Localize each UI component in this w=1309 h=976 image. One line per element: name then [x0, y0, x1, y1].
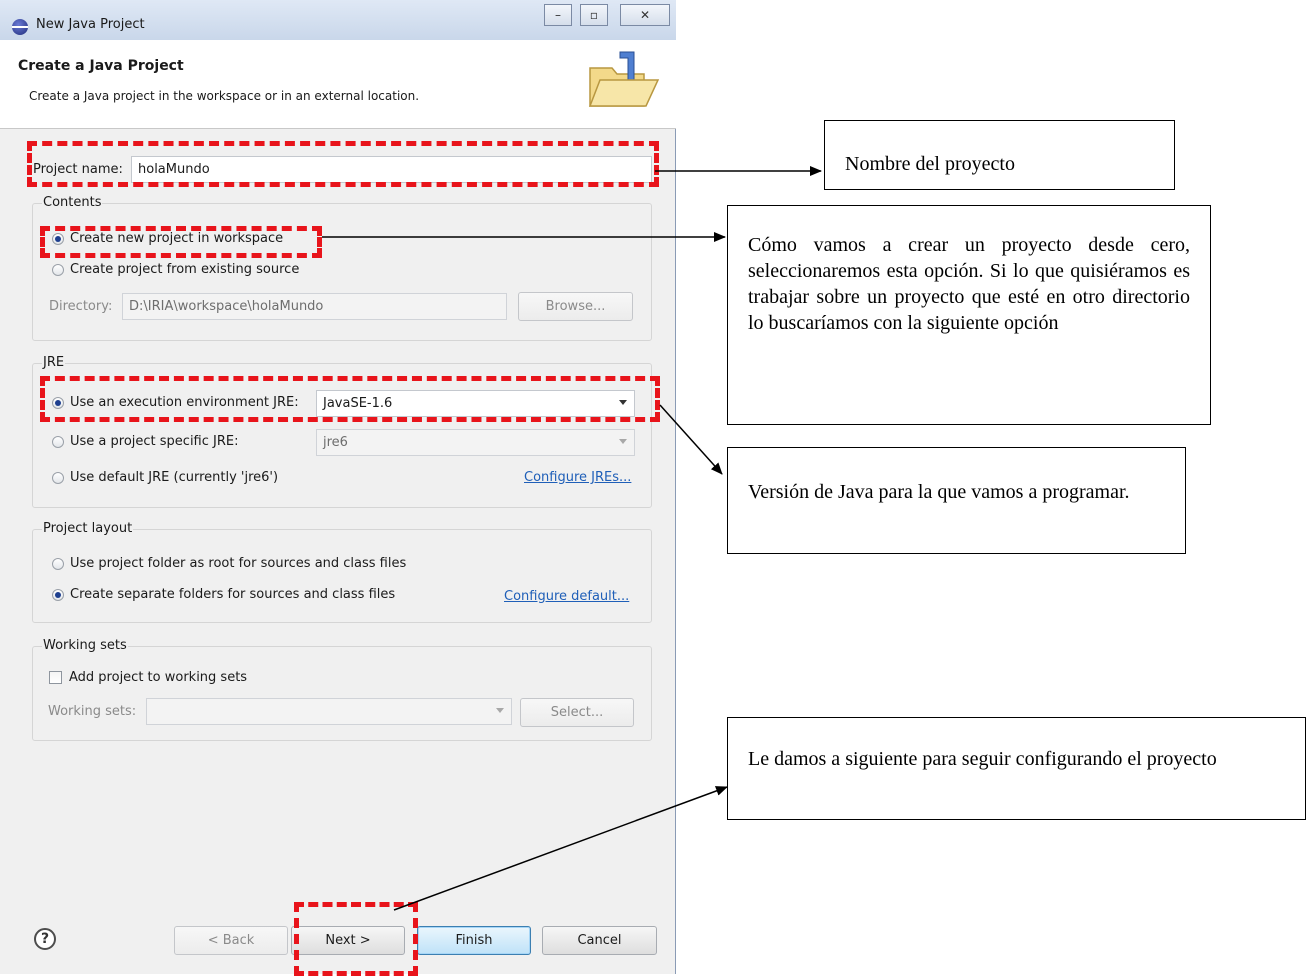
note-workspace-text: Cómo vamos a crear un proyecto desde cer… [748, 234, 1190, 334]
note-next-text: Le damos a siguiente para seguir configu… [748, 748, 1217, 770]
arrow-next [393, 786, 728, 911]
note-next: Le damos a siguiente para seguir configu… [727, 717, 1306, 820]
arrow-version [659, 404, 723, 475]
note-version: Versión de Java para la que vamos a prog… [727, 447, 1186, 554]
note-workspace: Cómo vamos a crear un proyecto desde cer… [727, 205, 1211, 425]
note-version-text: Versión de Java para la que vamos a prog… [748, 481, 1130, 503]
note-project-name: Nombre del proyecto [824, 120, 1175, 190]
note-project-name-text: Nombre del proyecto [845, 153, 1015, 175]
